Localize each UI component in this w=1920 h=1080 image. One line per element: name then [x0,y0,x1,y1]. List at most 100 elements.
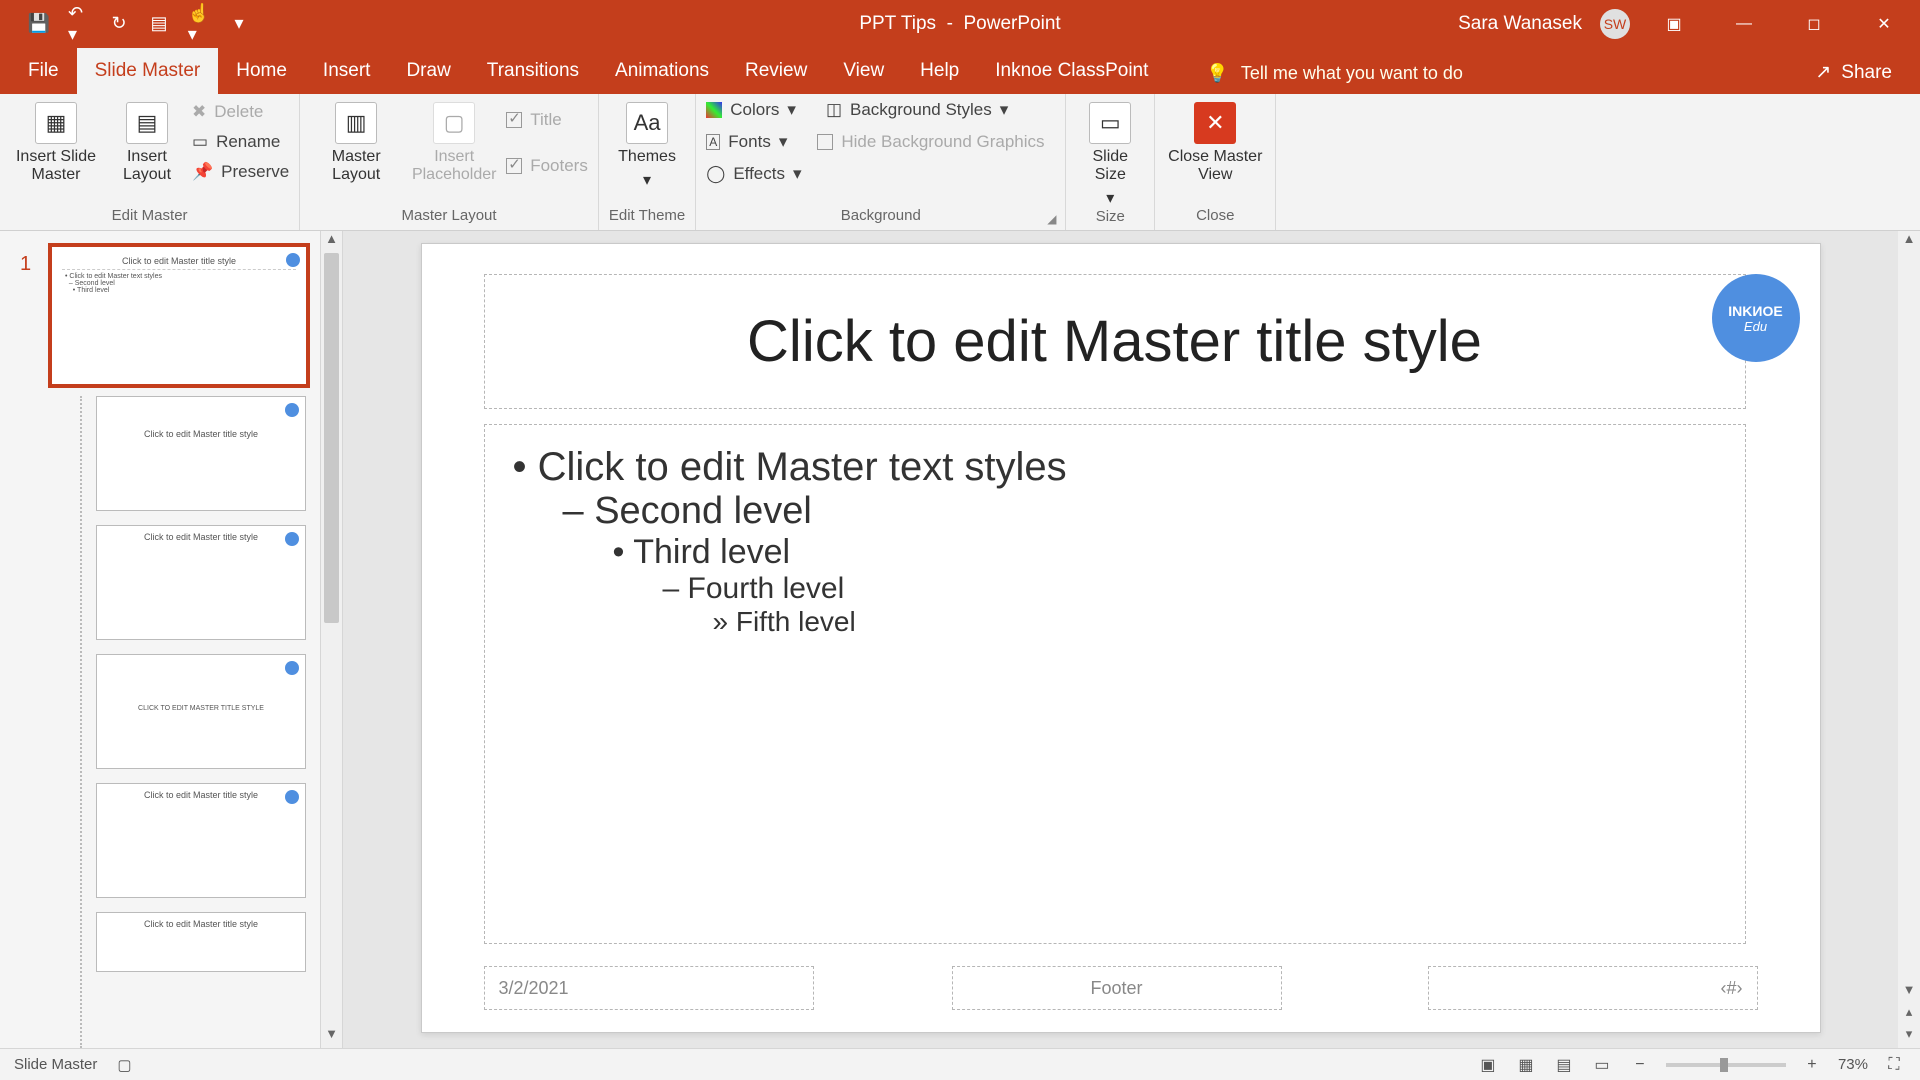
ribbon: ▦ Insert Slide Master ▤ Insert Layout ✖D… [0,94,1920,231]
redo-icon[interactable]: ↻ [108,13,130,35]
group-label-background: Background [841,207,921,228]
user-avatar[interactable]: SW [1600,9,1630,39]
lightbulb-icon: 💡 [1206,63,1228,84]
zoom-slider-handle[interactable] [1720,1058,1728,1072]
tab-animations[interactable]: Animations [597,48,727,94]
document-name: PPT Tips [859,13,936,34]
title-checkbox: Title [506,110,588,130]
tell-me-label: Tell me what you want to do [1241,63,1463,84]
zoom-slider[interactable] [1666,1063,1786,1067]
checkbox-icon [506,112,522,128]
themes-button[interactable]: Aa Themes ▾ [611,100,683,190]
layout-thumbnail-title-content[interactable]: Click to edit Master title style [96,525,306,640]
status-bar: Slide Master ▢ ▣ ▦ ▤ ▭ − + 73% ⛶ [0,1048,1920,1080]
scroll-down-icon[interactable]: ▼ [321,1026,342,1048]
insert-slide-master-button[interactable]: ▦ Insert Slide Master [10,100,102,184]
tab-draw[interactable]: Draw [388,48,468,94]
maximize-icon[interactable]: ◻ [1788,0,1840,47]
group-label-master-layout: Master Layout [402,207,497,228]
tab-review[interactable]: Review [727,48,825,94]
slide-size-icon: ▭ [1089,102,1131,144]
insert-layout-button[interactable]: ▤ Insert Layout [108,100,186,184]
inknoe-thumb-badge-icon [285,532,299,546]
ribbon-display-options-icon[interactable]: ▣ [1648,0,1700,47]
slide-master-thumbnail[interactable]: 1 Click to edit Master title style • Cli… [48,243,310,388]
scroll-down-icon[interactable]: ▼ [1898,982,1920,1004]
dialog-launcher-icon[interactable]: ◢ [1047,212,1061,226]
slide-master-canvas[interactable]: Click to edit Master title style Click t… [421,243,1821,1033]
close-window-icon[interactable]: ✕ [1858,0,1910,47]
fonts-button[interactable]: AFonts ▾ [706,132,787,152]
layout-thumbnail-title-slide[interactable]: Click to edit Master title style [96,396,306,511]
scroll-up-icon[interactable]: ▲ [321,231,342,253]
scrollbar-thumb[interactable] [324,253,339,623]
layout-thumbnail-comparison[interactable]: Click to edit Master title style [96,912,306,972]
save-icon[interactable]: 💾 [28,13,50,35]
undo-icon[interactable]: ↶ ▾ [68,13,90,35]
editor-scrollbar[interactable]: ▲ ▼ ▴ ▾ [1898,231,1920,1048]
preserve-button[interactable]: 📌Preserve [192,162,289,182]
insert-slide-master-icon: ▦ [35,102,77,144]
zoom-in-icon[interactable]: + [1800,1055,1824,1075]
background-styles-icon: ◫ [826,100,842,120]
minimize-icon[interactable]: — [1718,0,1770,47]
zoom-out-icon[interactable]: − [1628,1055,1652,1075]
ribbon-tabs: File Slide Master Home Insert Draw Trans… [0,47,1920,94]
rename-icon: ▭ [192,132,208,152]
layout-thumbnail-two-content[interactable]: Click to edit Master title style [96,783,306,898]
preserve-icon: 📌 [192,162,213,182]
tab-view[interactable]: View [825,48,902,94]
slide-sorter-view-icon[interactable]: ▦ [1514,1055,1538,1075]
inknoe-thumb-badge-icon [285,403,299,417]
background-styles-button[interactable]: ◫Background Styles ▾ [826,100,1008,120]
next-slide-icon[interactable]: ▾ [1898,1026,1920,1048]
layout-thumbnail-section-header[interactable]: CLICK TO EDIT MASTER TITLE STYLE [96,654,306,769]
title-bar: 💾 ↶ ▾ ↻ ▤ ☝ ▾ ▾ PPT Tips - PowerPoint Sa… [0,0,1920,47]
footer-placeholder[interactable]: Footer [952,966,1282,1010]
slideshow-view-icon[interactable]: ▭ [1590,1055,1614,1075]
user-name[interactable]: Sara Wanasek [1458,13,1582,35]
share-label: Share [1841,62,1892,84]
group-background: Colors ▾ ◫Background Styles ▾ AFonts ▾ H… [696,94,1066,230]
tab-help[interactable]: Help [902,48,977,94]
tab-transitions[interactable]: Transitions [469,48,597,94]
tab-file[interactable]: File [10,48,77,94]
reading-view-icon[interactable]: ▤ [1552,1055,1576,1075]
close-master-view-button[interactable]: ✕ Close Master View [1165,100,1265,184]
tab-home[interactable]: Home [218,48,305,94]
insert-layout-icon: ▤ [126,102,168,144]
insert-placeholder-icon: ▢ [433,102,475,144]
slide-size-button[interactable]: ▭ Slide Size ▾ [1076,100,1144,208]
scroll-up-icon[interactable]: ▲ [1898,231,1920,253]
tab-slide-master[interactable]: Slide Master [77,48,219,94]
tell-me-search[interactable]: 💡 Tell me what you want to do [1166,63,1483,94]
share-button[interactable]: ↗ Share [1787,51,1920,94]
share-icon: ↗ [1815,61,1831,84]
present-from-start-icon[interactable]: ▤ [148,13,170,35]
colors-button[interactable]: Colors ▾ [706,100,796,120]
notes-icon[interactable]: ▢ [117,1056,131,1074]
master-layout-button[interactable]: ▥ Master Layout [310,100,402,184]
workspace: 1 Click to edit Master title style • Cli… [0,231,1920,1048]
effects-button[interactable]: ◯Effects ▾ [706,164,801,184]
slide-edit-area: ↖ Click to edit Master title style Click… [343,231,1898,1048]
inknoe-thumb-badge-icon [286,253,300,267]
previous-slide-icon[interactable]: ▴ [1898,1004,1920,1026]
rename-button[interactable]: ▭Rename [192,132,289,152]
master-text-placeholder[interactable]: Click to edit Master text styles Second … [484,424,1746,944]
tab-insert[interactable]: Insert [305,48,389,94]
tab-inknoe-classpoint[interactable]: Inknoe ClassPoint [977,48,1166,94]
fit-to-window-icon[interactable]: ⛶ [1882,1055,1906,1075]
date-placeholder[interactable]: 3/2/2021 [484,966,814,1010]
customize-qat-icon[interactable]: ▾ [228,13,250,35]
slide-number-placeholder[interactable]: ‹#› [1428,966,1758,1010]
group-size: ▭ Slide Size ▾ Size [1066,94,1155,230]
fonts-icon: A [706,134,720,150]
zoom-level[interactable]: 73% [1838,1056,1868,1073]
touch-mode-icon[interactable]: ☝ ▾ [188,13,210,35]
inknoe-badge[interactable]: INKИOE Edu [1712,274,1800,362]
master-title-placeholder[interactable]: Click to edit Master title style [484,274,1746,409]
normal-view-icon[interactable]: ▣ [1476,1055,1500,1075]
group-edit-master: ▦ Insert Slide Master ▤ Insert Layout ✖D… [0,94,300,230]
thumbnail-scrollbar[interactable]: ▲ ▼ [321,231,343,1048]
